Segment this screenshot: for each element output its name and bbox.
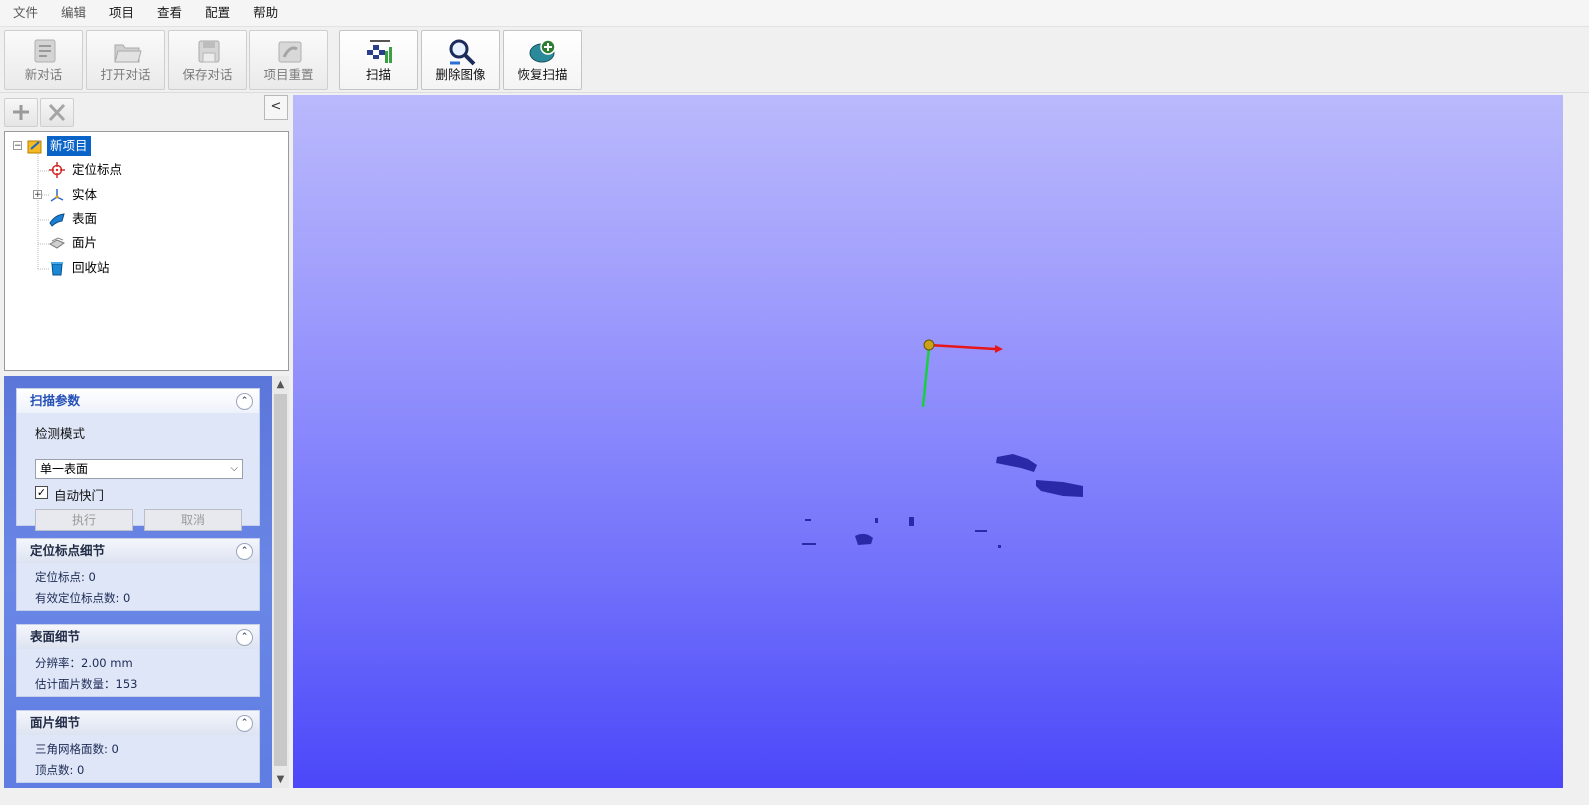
- surface-details-header[interactable]: 表面细节 ⌃: [17, 625, 259, 649]
- valid-marker-count: 有效定位标点数: 0: [35, 591, 131, 605]
- scan-params-group: 扫描参数 ⌃ 检测模式 单一表面 ⌵ ✓ 自动快门 执行 取消: [16, 388, 260, 531]
- patch-details-header[interactable]: 面片细节 ⌃: [17, 711, 259, 735]
- menu-view[interactable]: 查看: [144, 0, 192, 26]
- axes-gizmo: [921, 339, 1003, 408]
- folder-open-icon: [114, 44, 142, 63]
- menu-config[interactable]: 配置: [192, 0, 240, 26]
- open-session-button[interactable]: 打开对话: [86, 30, 165, 90]
- properties-panel: 扫描参数 ⌃ 检测模式 单一表面 ⌵ ✓ 自动快门 执行 取消 定位标点细节 ⌃…: [4, 376, 272, 788]
- chevron-down-icon: ⌵: [230, 463, 238, 474]
- vertex-count: 顶点数: 0: [35, 763, 85, 777]
- 3d-viewport[interactable]: [293, 95, 1563, 788]
- tree-item-recycle-bin[interactable]: 回收站: [49, 258, 113, 278]
- triangle-count: 三角网格面数: 0: [35, 742, 119, 756]
- scan-points: [802, 454, 1083, 548]
- scrollbar-thumb[interactable]: [274, 394, 287, 766]
- menu-help[interactable]: 帮助: [240, 0, 288, 26]
- scan-button[interactable]: 扫描: [339, 30, 418, 90]
- project-reset-button[interactable]: 项目重置: [249, 30, 328, 90]
- scan-scene: [802, 339, 1083, 548]
- collapse-chevron-icon[interactable]: ⌃: [236, 393, 253, 410]
- marker-count: 定位标点: 0: [35, 570, 96, 584]
- marker-details-group: 定位标点细节 ⌃ 定位标点: 0 有效定位标点数: 0: [16, 538, 260, 611]
- collapse-chevron-icon[interactable]: ⌃: [236, 715, 253, 732]
- root-collapse-toggle[interactable]: −: [13, 141, 22, 151]
- collapse-chevron-icon[interactable]: ⌃: [236, 543, 253, 560]
- delete-image-button[interactable]: 删除图像: [421, 30, 500, 90]
- reset-icon: [278, 41, 302, 63]
- recycle-bin-icon: [51, 262, 63, 276]
- tree-item-surface[interactable]: 表面: [49, 209, 100, 229]
- patch-details-group: 面片细节 ⌃ 三角网格面数: 0 顶点数: 0: [16, 710, 260, 783]
- auto-shutter-checkbox[interactable]: ✓: [35, 486, 48, 499]
- axes-icon: [50, 189, 64, 202]
- scan-icon: [367, 40, 392, 63]
- surface-icon: [49, 213, 65, 227]
- scroll-up-icon[interactable]: ▲: [272, 376, 289, 393]
- auto-shutter-label: 自动快门: [54, 488, 105, 503]
- cancel-button[interactable]: 取消: [144, 509, 242, 531]
- add-button[interactable]: [4, 98, 38, 127]
- execute-button[interactable]: 执行: [35, 509, 133, 531]
- menu-bar: 文件 编辑 项目 查看 配置 帮助: [0, 0, 1589, 27]
- restore-scan-icon: [529, 39, 556, 63]
- collapse-chevron-icon[interactable]: ⌃: [236, 629, 253, 646]
- detect-mode-label: 检测模式: [35, 426, 86, 441]
- menu-project[interactable]: 项目: [96, 0, 144, 26]
- restore-scan-button[interactable]: 恢复扫描: [503, 30, 582, 90]
- new-session-icon: [34, 39, 56, 63]
- entity-expand-toggle[interactable]: +: [33, 190, 42, 200]
- plus-icon: [13, 105, 29, 120]
- tree-item-patch[interactable]: 面片: [49, 233, 100, 253]
- magnifier-icon: [449, 39, 476, 66]
- tools-button[interactable]: [40, 98, 74, 127]
- detect-mode-select[interactable]: 单一表面 ⌵: [35, 459, 243, 479]
- toolbar: 新对话 打开对话 保存对话 项目重置 扫描 删除图像 恢复扫描: [0, 28, 1589, 93]
- marker-details-header[interactable]: 定位标点细节 ⌃: [17, 539, 259, 563]
- menu-edit[interactable]: 编辑: [48, 0, 96, 26]
- target-icon: [49, 162, 65, 178]
- project-tree: − 新项目 定位标点 + 实体 表面 面片 回收站: [4, 131, 289, 371]
- scan-params-header[interactable]: 扫描参数 ⌃: [17, 389, 259, 413]
- properties-scrollbar[interactable]: ▲ ▼: [272, 376, 289, 788]
- new-session-button[interactable]: 新对话: [4, 30, 83, 90]
- tree-item-entity[interactable]: 实体: [49, 185, 100, 205]
- save-icon: [198, 40, 220, 63]
- tree-root[interactable]: 新项目: [27, 136, 91, 156]
- tree-root-label: 新项目: [47, 136, 91, 156]
- tools-icon: [48, 103, 66, 122]
- scroll-down-icon[interactable]: ▼: [272, 771, 289, 788]
- estimated-patch-count: 估计面片数量：153: [35, 677, 138, 691]
- menu-file[interactable]: 文件: [0, 0, 48, 26]
- save-session-button[interactable]: 保存对话: [168, 30, 247, 90]
- surface-details-group: 表面细节 ⌃ 分辨率：2.00 mm 估计面片数量：153: [16, 624, 260, 697]
- patch-icon: [49, 237, 65, 249]
- right-edge: [1563, 95, 1589, 788]
- collapse-panel-button[interactable]: <: [264, 95, 288, 120]
- tree-item-markers[interactable]: 定位标点: [49, 160, 125, 180]
- project-icon: [27, 140, 42, 154]
- resolution-value: 分辨率：2.00 mm: [35, 656, 133, 670]
